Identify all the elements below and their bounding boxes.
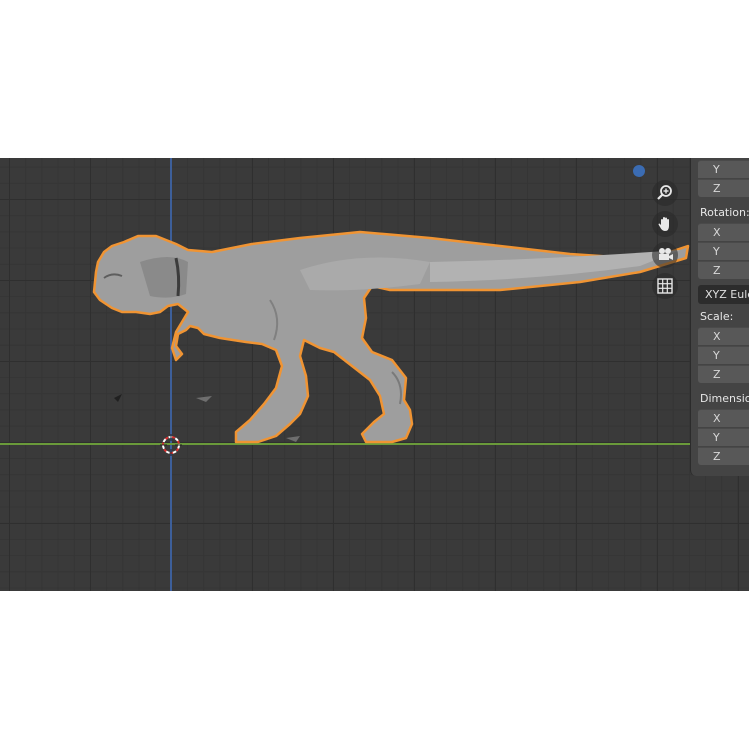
scale-x-field[interactable]: X xyxy=(698,327,749,345)
rotation-z-field[interactable]: Z xyxy=(698,261,749,279)
pan-hand-icon[interactable] xyxy=(652,211,678,237)
camera-icon[interactable] xyxy=(652,242,678,268)
scale-z-field[interactable]: Z xyxy=(698,365,749,383)
dimensions-y-field[interactable]: Y xyxy=(698,428,749,446)
dimensions-z-field[interactable]: Z xyxy=(698,447,749,465)
trex-model[interactable] xyxy=(0,158,690,591)
dimensions-x-field[interactable]: X xyxy=(698,409,749,427)
rotation-mode-dropdown[interactable]: XYZ Eule xyxy=(698,285,749,304)
scale-label: Scale: xyxy=(700,310,734,323)
3d-viewport[interactable]: Y Z Rotation: X Y Z XYZ Eule Scale: X Y … xyxy=(0,158,749,591)
3d-cursor-icon[interactable] xyxy=(160,434,182,456)
grid-icon[interactable] xyxy=(652,273,678,299)
scale-y-field[interactable]: Y xyxy=(698,346,749,364)
navigation-gizmo-axis-icon[interactable] xyxy=(633,165,645,177)
location-y-field[interactable]: Y xyxy=(698,160,749,178)
dimensions-label: Dimension xyxy=(700,392,749,405)
zoom-icon[interactable] xyxy=(652,180,678,206)
rotation-y-field[interactable]: Y xyxy=(698,242,749,260)
rotation-label: Rotation: xyxy=(700,206,749,219)
rotation-x-field[interactable]: X xyxy=(698,223,749,241)
stray-fragment xyxy=(196,396,212,402)
stray-fragment xyxy=(286,436,300,442)
location-z-field[interactable]: Z xyxy=(698,179,749,197)
stray-fragment xyxy=(114,394,122,402)
transform-panel: Y Z Rotation: X Y Z XYZ Eule Scale: X Y … xyxy=(690,158,749,476)
